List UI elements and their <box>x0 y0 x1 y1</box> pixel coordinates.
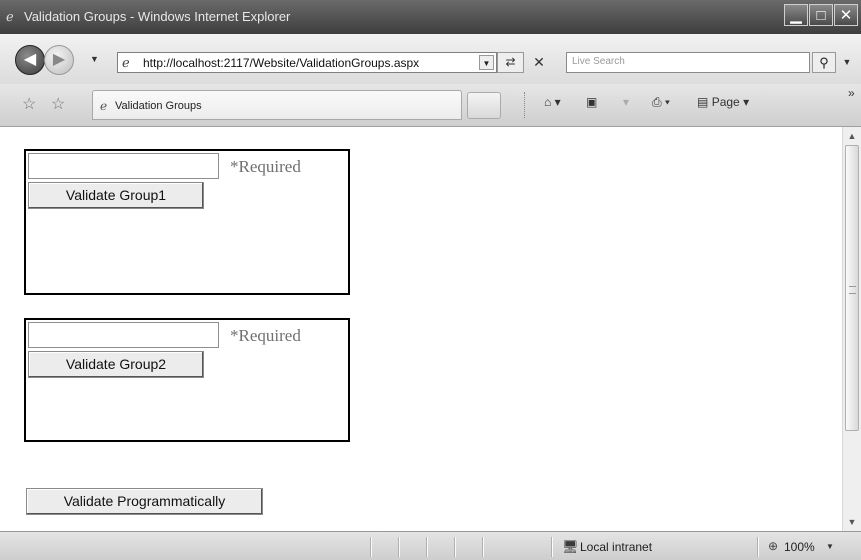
group1-textbox[interactable] <box>28 153 219 179</box>
tab-validation-groups[interactable]: ℯ Validation Groups <box>92 90 462 120</box>
refresh-button[interactable]: ⇄ <box>497 52 524 73</box>
browser-window: ℯ Validation Groups - Windows Internet E… <box>0 0 861 560</box>
scrollbar-grip <box>849 286 856 294</box>
search-options-dropdown-icon[interactable]: ▼ <box>839 52 855 73</box>
intranet-zone-icon: 🖥 <box>562 539 579 554</box>
page-menu-label: Page <box>711 95 740 109</box>
validate-group2-button[interactable]: Validate Group2 <box>28 351 204 378</box>
page-icon: ▤ <box>697 95 709 109</box>
page-menu-dropdown-icon: ▾ <box>743 95 750 109</box>
scroll-up-icon[interactable]: ▲ <box>843 127 861 145</box>
zoom-level[interactable]: 100% <box>784 540 815 554</box>
new-tab-button[interactable] <box>467 92 501 119</box>
add-favorites-icon[interactable]: ☆ <box>51 94 65 114</box>
forward-arrow-icon: ▶ <box>52 51 66 68</box>
validate-group1-button[interactable]: Validate Group1 <box>28 182 204 209</box>
address-dropdown-icon[interactable]: ▼ <box>479 55 494 70</box>
recent-pages-dropdown-icon[interactable]: ▼ <box>90 54 99 64</box>
maximize-button[interactable]: □ <box>809 4 833 26</box>
status-divider <box>398 537 400 557</box>
validation-group1-panel: *Required Validate Group1 <box>24 149 350 295</box>
status-divider <box>757 537 759 557</box>
tab-ie-icon: ℯ <box>100 99 108 113</box>
window-title: Validation Groups - Windows Internet Exp… <box>24 9 291 24</box>
group2-textbox[interactable] <box>28 322 219 348</box>
tab-command-bar: ☆ ☆ ℯ Validation Groups ⌂ ▾ ▣ ▾ ⎙ ▾ ▤ Pa… <box>0 84 861 127</box>
tab-label: Validation Groups <box>115 100 202 112</box>
group2-required-validator: *Required <box>230 326 301 345</box>
address-field[interactable]: ℯ http://localhost:2117/Website/Validati… <box>117 52 497 73</box>
search-placeholder: Live Search <box>572 56 625 67</box>
search-field[interactable]: Live Search <box>566 52 810 73</box>
page-content: *Required Validate Group1 *Required Vali… <box>0 127 842 531</box>
close-button[interactable]: ✕ <box>834 4 858 26</box>
forward-button[interactable]: ▶ <box>44 45 74 75</box>
group1-required-validator: *Required <box>230 157 301 176</box>
zoom-icon: ⊕ <box>768 539 779 553</box>
security-zone-label[interactable]: Local intranet <box>580 540 652 554</box>
status-divider <box>426 537 428 557</box>
ie-logo-icon: ℯ <box>6 9 14 24</box>
home-icon[interactable]: ⌂ ▾ <box>544 95 561 109</box>
status-divider <box>370 537 372 557</box>
search-icon: ⚲ <box>819 55 829 70</box>
title-bar: ℯ Validation Groups - Windows Internet E… <box>0 0 861 35</box>
validate-programmatically-button[interactable]: Validate Programmatically <box>26 488 263 515</box>
stop-button[interactable]: ✕ <box>527 52 551 73</box>
toolbar-overflow-icon[interactable]: » <box>848 86 855 100</box>
refresh-icon: ⇄ <box>505 55 516 69</box>
vertical-scrollbar[interactable]: ▲ ▼ <box>842 127 861 531</box>
toolbar-separator <box>524 92 525 118</box>
scroll-down-icon[interactable]: ▼ <box>843 513 861 531</box>
back-button[interactable]: ◀ <box>15 45 45 75</box>
stop-icon: ✕ <box>533 54 545 70</box>
back-arrow-icon: ◀ <box>23 51 37 68</box>
status-divider <box>482 537 484 557</box>
status-bar: 🖥 Local intranet ⊕ 100% ▼ <box>0 531 861 560</box>
search-button[interactable]: ⚲ <box>812 52 836 73</box>
feeds-dropdown-icon: ▾ <box>623 95 630 109</box>
favorites-star-icon[interactable]: ☆ <box>22 94 36 114</box>
minimize-button[interactable]: ▁ <box>784 4 808 26</box>
validation-group2-panel: *Required Validate Group2 <box>24 318 350 442</box>
status-divider <box>454 537 456 557</box>
page-ie-icon: ℯ <box>122 55 130 70</box>
print-icon[interactable]: ⎙ ▾ <box>652 95 670 110</box>
status-divider <box>551 537 553 557</box>
address-url[interactable]: http://localhost:2117/Website/Validation… <box>143 56 419 70</box>
scrollbar-thumb[interactable] <box>845 145 859 431</box>
page-menu-button[interactable]: ▤ Page ▾ <box>697 95 749 109</box>
feeds-icon[interactable]: ▣ <box>586 95 597 109</box>
address-toolbar: ◀ ▶ ▼ ℯ http://localhost:2117/Website/Va… <box>0 34 861 84</box>
zoom-dropdown-icon[interactable]: ▼ <box>826 542 834 551</box>
